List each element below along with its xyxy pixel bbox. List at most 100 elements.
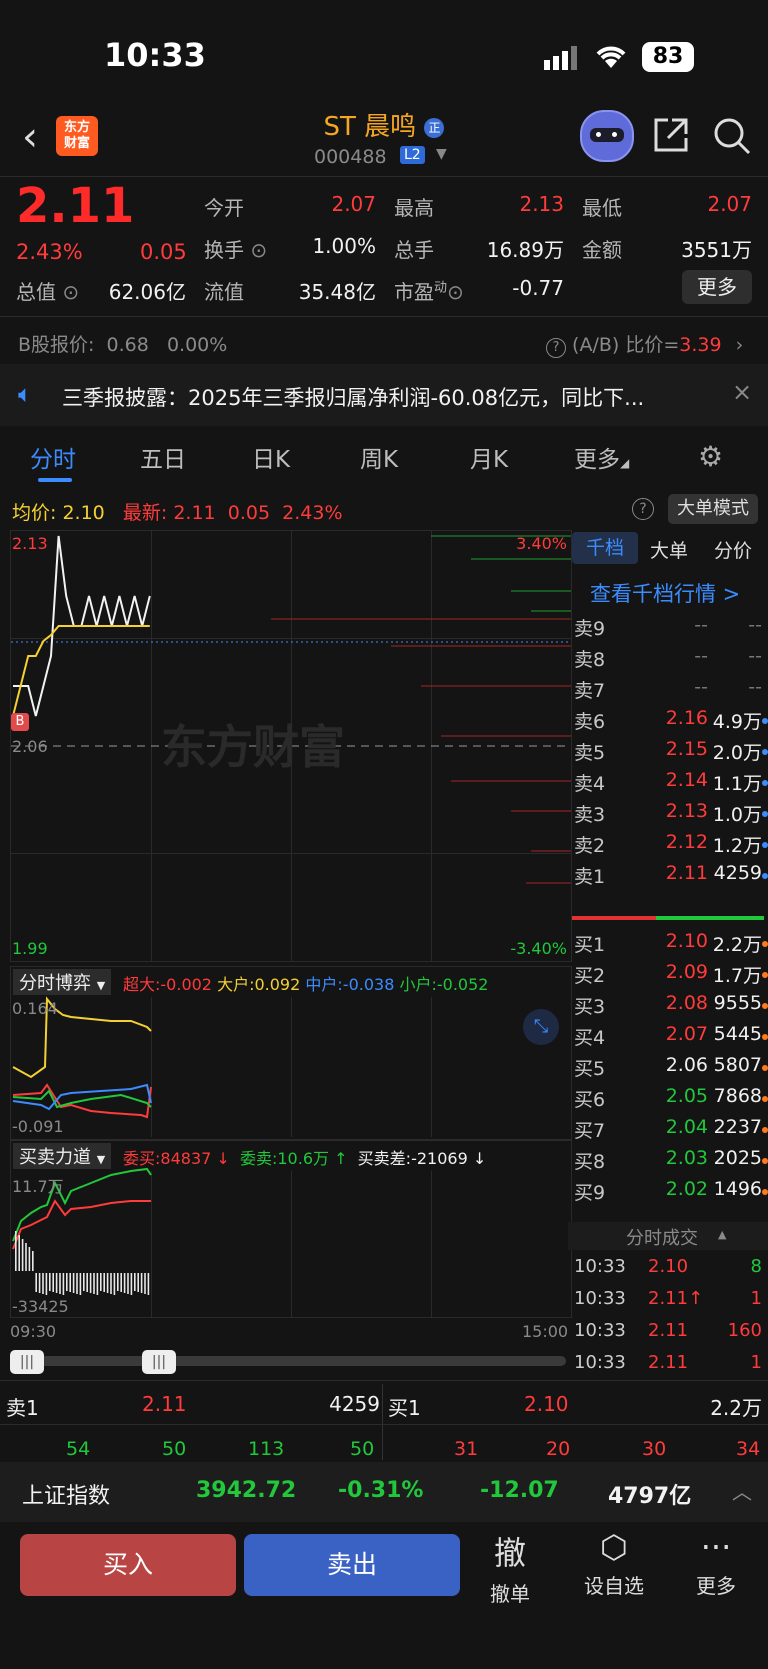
diff-bar — [21, 1239, 24, 1271]
ask-row[interactable]: 卖7 -- -- — [572, 676, 768, 706]
expand-icon[interactable]: ⤡ — [523, 1009, 559, 1045]
level-label: 卖8 — [574, 649, 606, 671]
tab-monthly-k[interactable]: 月K — [470, 440, 508, 474]
view-depth-link[interactable]: 查看千档行情 > — [590, 578, 740, 608]
tab-five-day[interactable]: 五日 — [140, 440, 186, 474]
divider — [0, 1380, 768, 1381]
avg-line — [12, 625, 150, 717]
add-watchlist-button[interactable]: ⬡ 设自选 — [574, 1528, 654, 1599]
range-track[interactable] — [10, 1356, 566, 1366]
divider — [0, 176, 768, 177]
order-dot-icon — [762, 1096, 768, 1102]
current-price: 2.11 — [16, 178, 135, 234]
x-axis-start: 09:30 — [10, 1322, 57, 1341]
level-label: 买1 — [574, 934, 606, 956]
order-dot-icon — [762, 873, 768, 879]
ask-row[interactable]: 卖3 2.13 1.0万 — [572, 800, 768, 830]
diff-bar — [69, 1273, 71, 1292]
ticks-header[interactable]: 分时成交 ▲ — [568, 1222, 768, 1250]
info-icon: ⊙ — [447, 280, 464, 304]
level-volume: 9555 — [713, 992, 762, 1014]
tab-more[interactable]: 更多◢ — [574, 440, 629, 474]
cancel-label: 撤单 — [490, 1582, 530, 1606]
order-dot-icon — [762, 1003, 768, 1009]
tab-weekly-k[interactable]: 周K — [360, 440, 398, 474]
chart-header: 均价: 2.10 最新: 2.11 0.05 2.43% — [12, 502, 343, 524]
b-share-pct: 0.00% — [166, 334, 228, 356]
ob-tab-price-dist[interactable]: 分价 — [714, 536, 752, 563]
more-quote-button[interactable]: 更多 — [682, 270, 752, 304]
bid-row[interactable]: 买7 2.04 2237 — [572, 1116, 768, 1146]
diff-bar — [137, 1273, 139, 1292]
range-handle-left[interactable]: ||| — [10, 1350, 44, 1374]
buy-button[interactable]: 买入 — [20, 1534, 236, 1596]
bid-row[interactable]: 买3 2.08 9555 — [572, 992, 768, 1022]
y-axis-mid: 2.06 — [12, 737, 48, 756]
ask-row[interactable]: 卖9 -- -- — [572, 614, 768, 644]
bid-row[interactable]: 买6 2.05 7868 — [572, 1085, 768, 1115]
level-label: 卖7 — [574, 680, 606, 702]
chevron-right-icon: › — [735, 334, 744, 356]
level-label: 卖3 — [574, 804, 606, 826]
index-bar[interactable]: 上证指数 3942.72 -0.31% -12.07 4797亿 ︿ — [0, 1462, 768, 1522]
diff-bar — [42, 1273, 44, 1294]
diff-bar — [134, 1273, 136, 1291]
buy-queue-3: 34 — [736, 1438, 761, 1460]
game-panel: 分时博弈 ▼ 超大:-0.002 大户:0.092 中户:-0.038 小户:-… — [10, 966, 572, 1140]
cancel-order-button[interactable]: 撤 撤单 — [470, 1528, 550, 1607]
level-label: 买3 — [574, 996, 606, 1018]
big-order-mode-button[interactable]: 大单模式 — [668, 494, 758, 524]
robot-avatar-icon[interactable] — [580, 110, 634, 162]
ask-row[interactable]: 卖5 2.15 2.0万 — [572, 738, 768, 768]
ask-row[interactable]: 卖1 2.11 4259 — [572, 862, 768, 892]
tab-intraday[interactable]: 分时 — [30, 440, 76, 474]
help-icon[interactable]: ? — [632, 498, 654, 520]
intraday-chart[interactable]: 东方财富 2.13 2.06 1.99 3.40% -3.40% B — [10, 530, 572, 962]
ob-tab-big-order[interactable]: 大单 — [650, 536, 688, 563]
notice-bar[interactable]: 🔈︎ 三季报披露：2025年三季报归属净利润-60.08亿元，同比下... × — [0, 364, 768, 426]
settings-icon[interactable]: ⚙ — [698, 440, 723, 473]
search-icon[interactable] — [712, 116, 752, 160]
bid-row[interactable]: 买2 2.09 1.7万 — [572, 961, 768, 991]
diff-bar — [83, 1273, 85, 1291]
range-handle-right[interactable]: ||| — [142, 1350, 176, 1374]
pct-axis-top: 3.40% — [516, 534, 567, 553]
diff-bar — [25, 1243, 27, 1271]
sell-queue-3: 50 — [350, 1438, 375, 1460]
order-dot-icon — [762, 842, 768, 848]
bid-row[interactable]: 买4 2.07 5445 — [572, 1023, 768, 1053]
index-pct: -0.31% — [338, 1478, 424, 1503]
diff-bar — [66, 1273, 68, 1291]
info-icon: ⊙ — [250, 238, 268, 262]
level-label: 卖2 — [574, 835, 606, 857]
tab-daily-k[interactable]: 日K — [252, 440, 290, 474]
bid-row[interactable]: 买9 2.02 1496 — [572, 1178, 768, 1208]
close-icon[interactable]: × — [732, 378, 752, 406]
sell-button[interactable]: 卖出 — [244, 1534, 460, 1596]
buy-queue-1: 20 — [546, 1438, 571, 1460]
order-dot-icon — [762, 780, 768, 786]
volume-label: 总手 — [394, 238, 434, 262]
bid-row[interactable]: 买1 2.10 2.2万 — [572, 930, 768, 960]
diff-bar — [113, 1273, 116, 1295]
status-time: 10:33 — [104, 36, 206, 74]
index-chg: -12.07 — [480, 1478, 559, 1503]
level-label: 买5 — [574, 1058, 606, 1080]
ask-row[interactable]: 卖6 2.16 4.9万 — [572, 707, 768, 737]
ab-ratio[interactable]: ? (A/B) 比价=3.39 › — [546, 330, 743, 358]
more-actions-button[interactable]: ··· 更多 — [676, 1528, 756, 1599]
tick-volume: 160 — [727, 1320, 762, 1341]
level-label: 卖6 — [574, 711, 606, 733]
chevron-down-icon[interactable]: ▼ — [436, 146, 447, 162]
bid-row[interactable]: 买8 2.03 2025 — [572, 1147, 768, 1177]
ask-row[interactable]: 卖8 -- -- — [572, 645, 768, 675]
share-icon[interactable] — [652, 116, 690, 158]
l2-badge[interactable]: L2 — [400, 146, 425, 164]
level-volume: 2025 — [713, 1147, 762, 1169]
ask-row[interactable]: 卖4 2.14 1.1万 — [572, 769, 768, 799]
level-price: 2.16 — [665, 707, 708, 729]
ask-row[interactable]: 卖2 2.12 1.2万 — [572, 831, 768, 861]
level-volume: 7868 — [713, 1085, 762, 1107]
ob-tab-depth[interactable]: 千档 — [572, 532, 638, 564]
bid-row[interactable]: 买5 2.06 5807 — [572, 1054, 768, 1084]
